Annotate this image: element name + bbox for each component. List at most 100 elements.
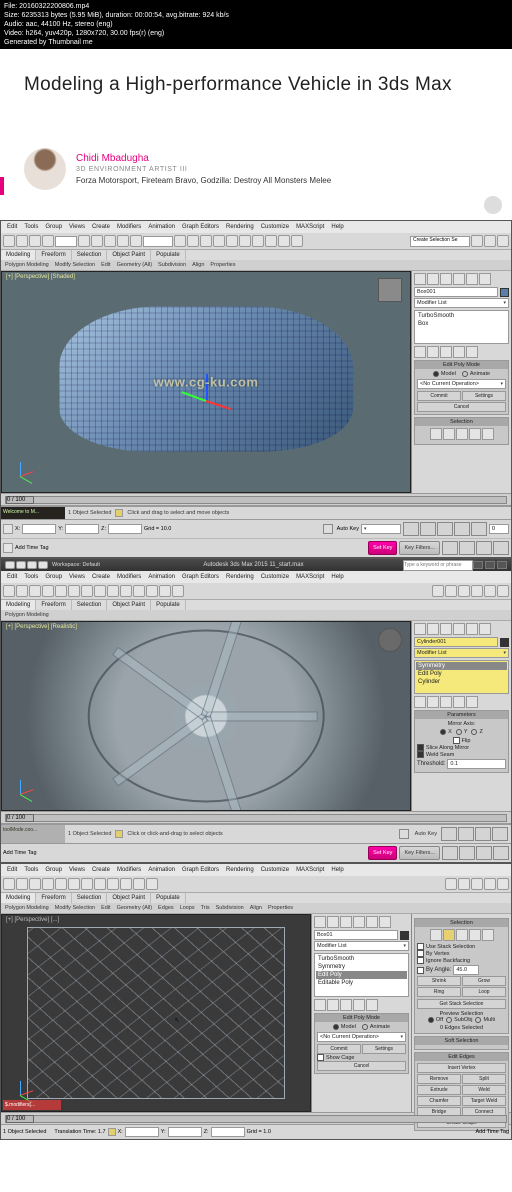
qat-btn[interactable] [16, 561, 26, 569]
stack-item[interactable]: Symmetry [416, 662, 507, 670]
tool-button[interactable] [94, 878, 106, 890]
chamfer-button[interactable]: Chamfer [417, 1096, 461, 1106]
ribbon-group[interactable]: Properties [210, 262, 235, 268]
getstack-button[interactable]: Get Stack Selection [417, 999, 506, 1009]
tool-button[interactable] [94, 585, 106, 597]
create-tab-icon[interactable] [414, 623, 426, 635]
tool-button[interactable] [471, 585, 483, 597]
minimize-icon[interactable] [473, 561, 483, 569]
menu-item[interactable]: Modifiers [114, 223, 144, 231]
checkbox-slice[interactable]: Slice Along Mirror [417, 744, 506, 751]
stack-item[interactable]: Box [416, 320, 507, 328]
menu-item[interactable]: Animation [145, 223, 178, 231]
menu-item[interactable]: Customize [258, 223, 292, 231]
display-tab-icon[interactable] [466, 623, 478, 635]
split-button[interactable]: Split [462, 1074, 506, 1084]
tool-button[interactable] [78, 235, 90, 247]
settings-button[interactable]: Settings [462, 391, 506, 401]
maxscript-mini[interactable]: toolMode.coo... [1, 824, 65, 843]
subobj-border-icon[interactable] [456, 929, 468, 941]
menu-item[interactable]: Modifiers [114, 866, 144, 874]
rollout-editpoly[interactable]: Edit Poly Mode [415, 361, 508, 369]
utilities-tab-icon[interactable] [379, 916, 391, 928]
viewcube-icon[interactable] [378, 278, 402, 302]
menu-item[interactable]: Graph Editors [179, 223, 222, 231]
tool-button[interactable] [42, 235, 54, 247]
menu-item[interactable]: Edit [4, 223, 20, 231]
tool-button[interactable] [146, 878, 158, 890]
stack-btn[interactable] [466, 696, 478, 708]
tool-button[interactable] [16, 878, 28, 890]
tool-button[interactable] [432, 585, 444, 597]
autokey-label[interactable]: Auto Key [337, 526, 359, 532]
tool-button[interactable] [55, 585, 67, 597]
subobj-vertex-icon[interactable] [430, 929, 442, 941]
ribbon-group[interactable]: Align [192, 262, 204, 268]
subobj-border-icon[interactable] [456, 428, 468, 440]
rollout-parameters[interactable]: Parameters [415, 711, 508, 719]
ribbon-tab-populate[interactable]: Populate [151, 250, 186, 260]
wheel-model[interactable] [88, 630, 325, 803]
tool-button[interactable] [458, 878, 470, 890]
viewport-1[interactable]: [+] [Perspective] [Shaded] www.cg-ku.com [1, 271, 411, 493]
qat-btn[interactable] [27, 561, 37, 569]
tool-button[interactable] [91, 235, 103, 247]
coord-y-input[interactable] [168, 1127, 202, 1137]
autokey-label[interactable]: Auto Key [415, 831, 437, 837]
time-tag[interactable]: Add Time Tag [15, 545, 49, 551]
create-tab-icon[interactable] [414, 273, 426, 285]
ribbon-group[interactable]: Align [250, 905, 262, 911]
subobj-edge-icon[interactable] [443, 929, 455, 941]
transport-end-icon[interactable] [471, 522, 487, 536]
setkey-button[interactable]: Set Key [368, 541, 397, 555]
utilities-tab-icon[interactable] [479, 623, 491, 635]
radio-model[interactable]: Model [333, 1024, 356, 1030]
modify-tab-icon[interactable] [427, 273, 439, 285]
menu-item[interactable]: Views [66, 573, 88, 581]
timeline-1[interactable]: 0 / 100 [1, 493, 511, 505]
tool-button[interactable] [497, 878, 509, 890]
ribbon-tab-selection[interactable]: Selection [72, 250, 108, 260]
tool-button[interactable] [55, 878, 67, 890]
subobj-vertex-icon[interactable] [430, 428, 442, 440]
radio-multi[interactable]: Multi [475, 1017, 495, 1023]
menu-item[interactable]: Tools [21, 573, 41, 581]
autokey-toggle[interactable] [323, 524, 333, 534]
checkbox-ignoreback[interactable]: Ignore Backfacing [417, 957, 506, 964]
subobj-element-icon[interactable] [482, 929, 494, 941]
ribbon-group[interactable]: Modify Selection [55, 262, 95, 268]
ribbon-tab-modeling[interactable]: Modeling [1, 250, 36, 260]
tool-button[interactable] [471, 878, 483, 890]
object-name-field[interactable]: Box01 [314, 930, 398, 940]
tool-button[interactable] [107, 585, 119, 597]
transport-btn[interactable] [475, 827, 491, 841]
stack-btn[interactable] [466, 346, 478, 358]
checkbox-byvertex[interactable]: By Vertex [417, 950, 506, 957]
extrude-button[interactable]: Extrude [417, 1085, 461, 1095]
stack-btn[interactable] [327, 999, 339, 1011]
viewport-2[interactable]: [+] [Perspective] [Realistic] [1, 621, 411, 811]
hierarchy-tab-icon[interactable] [440, 273, 452, 285]
checkbox-weld[interactable]: Weld Seam [417, 751, 506, 758]
shrink-button[interactable]: Shrink [417, 976, 461, 986]
keymode-dropdown[interactable] [361, 524, 401, 534]
ribbon-tab-populate[interactable]: Populate [151, 893, 186, 903]
time-slider[interactable]: 0 / 100 [6, 496, 34, 504]
ribbon-tab-freeform[interactable]: Freeform [36, 893, 71, 903]
radio-animate[interactable]: Animate [462, 371, 490, 377]
ribbon-tab-freeform[interactable]: Freeform [36, 600, 71, 610]
menu-item[interactable]: Create [89, 573, 113, 581]
insertvertex-button[interactable]: Insert Vertex [417, 1063, 506, 1073]
tool-button[interactable] [42, 585, 54, 597]
checkbox-showcage[interactable]: Show Cage [317, 1054, 406, 1061]
setkey-button[interactable]: Set Key [368, 846, 397, 860]
ribbon-tab-modeling[interactable]: Modeling [1, 893, 36, 903]
modify-tab-icon[interactable] [327, 916, 339, 928]
tool-button[interactable] [133, 585, 145, 597]
stack-btn[interactable] [353, 999, 365, 1011]
tool-button[interactable] [239, 235, 251, 247]
ribbon-tab-selection[interactable]: Selection [72, 600, 108, 610]
hierarchy-tab-icon[interactable] [440, 623, 452, 635]
coord-z-input[interactable] [108, 524, 142, 534]
menu-item[interactable]: Help [328, 573, 346, 581]
